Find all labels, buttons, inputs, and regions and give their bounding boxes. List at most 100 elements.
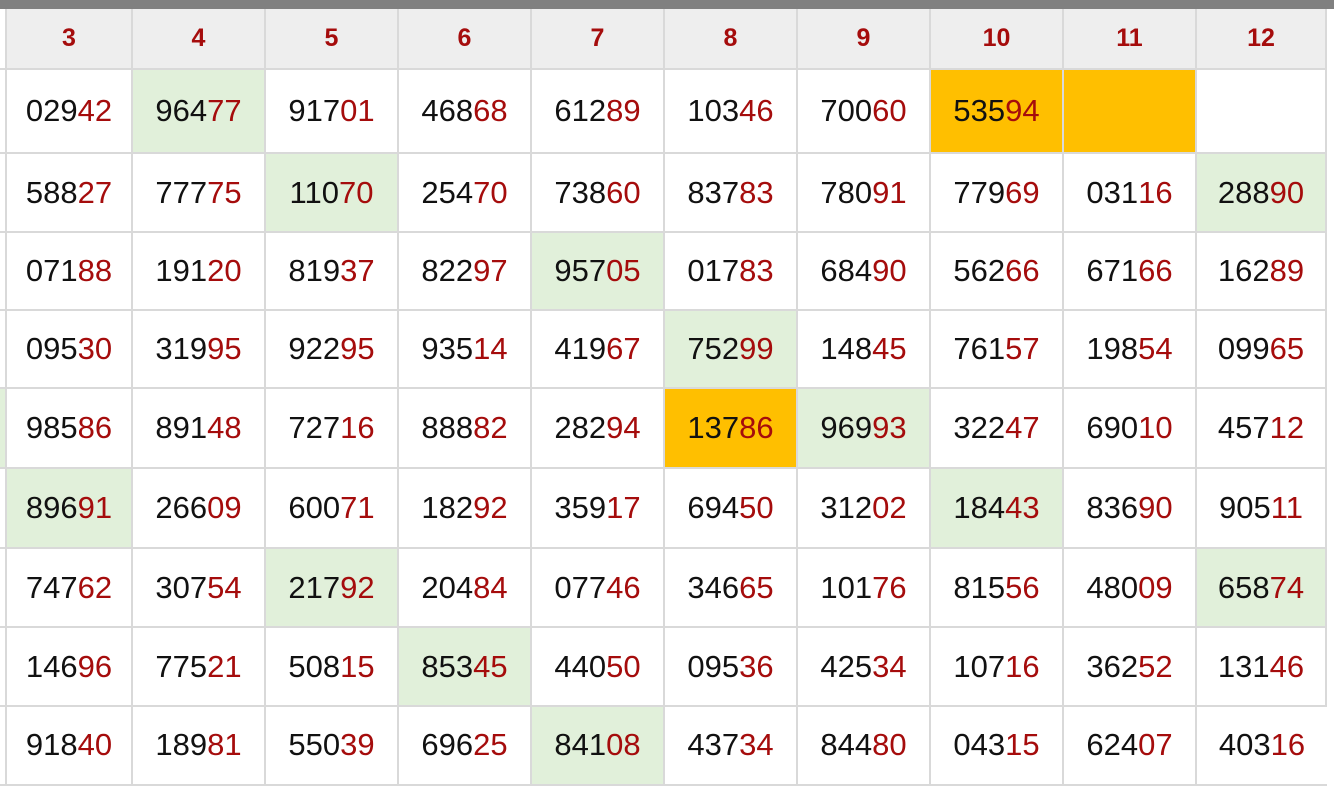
number-head-digits: 819 bbox=[288, 253, 341, 288]
number-cell: 254 70 bbox=[399, 154, 532, 233]
number-tail-digits: 70 bbox=[338, 174, 374, 210]
number-head-digits: 131 bbox=[1217, 648, 1270, 684]
number-head-digits: 437 bbox=[687, 727, 740, 762]
number-tail-digits: 46 bbox=[606, 569, 641, 605]
number-head-digits: 935 bbox=[421, 331, 474, 366]
number-head-digits: 440 bbox=[554, 648, 607, 684]
number-tail-digits: 83 bbox=[739, 174, 774, 210]
number-head-digits: 043 bbox=[953, 727, 1006, 762]
top-bar bbox=[0, 0, 1334, 9]
number-cell: 480 09 bbox=[1064, 549, 1197, 628]
number-head-digits: 550 bbox=[288, 727, 341, 762]
number-cell: 853 45 bbox=[399, 628, 532, 707]
number-head-digits: 254 bbox=[421, 174, 474, 210]
number-cell: 148 45 bbox=[798, 311, 931, 389]
number-head-digits: 922 bbox=[288, 331, 341, 366]
number-tail-digits: 80 bbox=[872, 727, 907, 762]
number-head-digits: 535 bbox=[953, 93, 1006, 128]
number-cell: 690 10 bbox=[1064, 389, 1197, 469]
number-tail-digits: 66 bbox=[1138, 253, 1173, 288]
number-cell: 891 48 bbox=[133, 389, 266, 469]
number-head-digits: 508 bbox=[288, 648, 341, 684]
number-tail-digits: 45 bbox=[872, 331, 907, 366]
number-head-digits: 837 bbox=[687, 174, 740, 210]
number-tail-digits: 21 bbox=[207, 648, 242, 684]
number-head-digits: 322 bbox=[953, 410, 1006, 445]
number-head-digits: 480 bbox=[1086, 569, 1139, 605]
number-cell: 935 14 bbox=[399, 311, 532, 389]
number-tail-digits: 89 bbox=[1269, 253, 1305, 288]
column-header-9: 9 bbox=[798, 9, 931, 70]
number-head-digits: 103 bbox=[687, 93, 740, 128]
number-head-digits: 077 bbox=[554, 569, 607, 605]
number-tail-digits: 70 bbox=[473, 174, 508, 210]
number-tail-digits: 54 bbox=[207, 569, 242, 605]
number-cell: 071 88 bbox=[7, 233, 133, 311]
number-tail-digits: 43 bbox=[1005, 490, 1040, 525]
number-cell: 468 68 bbox=[399, 70, 532, 154]
number-cell: 550 39 bbox=[266, 707, 399, 786]
number-tail-digits: 89 bbox=[606, 93, 641, 128]
row-edge-cell bbox=[0, 311, 7, 389]
number-tail-digits: 91 bbox=[77, 490, 113, 525]
number-head-digits: 696 bbox=[421, 727, 474, 762]
number-head-digits: 658 bbox=[1217, 569, 1270, 605]
number-head-digits: 777 bbox=[155, 174, 208, 210]
number-tail-digits: 68 bbox=[473, 93, 508, 128]
number-head-digits: 964 bbox=[155, 93, 208, 128]
number-tail-digits: 57 bbox=[1005, 331, 1040, 366]
row-edge-cell bbox=[0, 707, 7, 786]
number-cell: 822 97 bbox=[399, 233, 532, 311]
number-tail-digits: 30 bbox=[77, 331, 113, 366]
number-cell: 346 65 bbox=[665, 549, 798, 628]
number-head-digits: 346 bbox=[687, 569, 740, 605]
number-cell: 319 95 bbox=[133, 311, 266, 389]
number-tail-digits: 76 bbox=[872, 569, 907, 605]
number-cell: 162 89 bbox=[1197, 233, 1327, 311]
number-cell: 017 83 bbox=[665, 233, 798, 311]
number-head-digits: 204 bbox=[421, 569, 474, 605]
number-cell: 562 66 bbox=[931, 233, 1064, 311]
number-tail-digits: 74 bbox=[1269, 569, 1305, 605]
number-tail-digits: 14 bbox=[473, 331, 508, 366]
number-cell: 362 52 bbox=[1064, 628, 1197, 707]
number-head-digits: 694 bbox=[687, 490, 740, 525]
number-cell: 107 16 bbox=[931, 628, 1064, 707]
number-tail-digits: 11 bbox=[1270, 490, 1303, 525]
number-head-digits: 779 bbox=[953, 174, 1006, 210]
number-head-digits: 841 bbox=[554, 727, 607, 762]
number-head-digits: 671 bbox=[1086, 253, 1139, 288]
number-cell: 440 50 bbox=[532, 628, 665, 707]
number-tail-digits: 16 bbox=[340, 410, 375, 445]
number-head-digits: 600 bbox=[288, 490, 341, 525]
number-tail-digits: 96 bbox=[77, 648, 113, 684]
number-head-digits: 319 bbox=[155, 331, 208, 366]
number-head-digits: 307 bbox=[155, 569, 208, 605]
number-head-digits: 419 bbox=[554, 331, 607, 366]
number-cell: 969 93 bbox=[798, 389, 931, 469]
results-table: 3 4 5 6 7 8 9 10 11 12 029 42 964 77 917 01 468 68 612 89 10… bbox=[0, 9, 1334, 786]
number-head-digits: 700 bbox=[820, 93, 873, 128]
number-head-digits: 690 bbox=[1086, 410, 1139, 445]
number-cell: 043 15 bbox=[931, 707, 1064, 786]
number-cell: 775 21 bbox=[133, 628, 266, 707]
number-tail-digits: 95 bbox=[207, 331, 242, 366]
number-tail-digits: 15 bbox=[340, 648, 375, 684]
number-tail-digits: 01 bbox=[340, 93, 375, 128]
column-header-6: 6 bbox=[399, 9, 532, 70]
number-head-digits: 191 bbox=[155, 253, 208, 288]
number-tail-digits: 34 bbox=[739, 727, 774, 762]
number-cell: 780 91 bbox=[798, 154, 931, 233]
number-head-digits: 031 bbox=[1086, 174, 1139, 210]
number-head-digits: 562 bbox=[953, 253, 1006, 288]
number-cell: 101 76 bbox=[798, 549, 931, 628]
number-cell: 266 09 bbox=[133, 469, 266, 549]
number-cell: 896 91 bbox=[7, 469, 133, 549]
number-head-digits: 761 bbox=[953, 331, 1006, 366]
number-head-digits: 624 bbox=[1086, 727, 1139, 762]
number-tail-digits: 09 bbox=[1138, 569, 1173, 605]
number-head-digits: 917 bbox=[288, 93, 341, 128]
number-tail-digits: 97 bbox=[473, 253, 508, 288]
number-tail-digits: 91 bbox=[872, 174, 907, 210]
number-head-digits: 780 bbox=[820, 174, 873, 210]
